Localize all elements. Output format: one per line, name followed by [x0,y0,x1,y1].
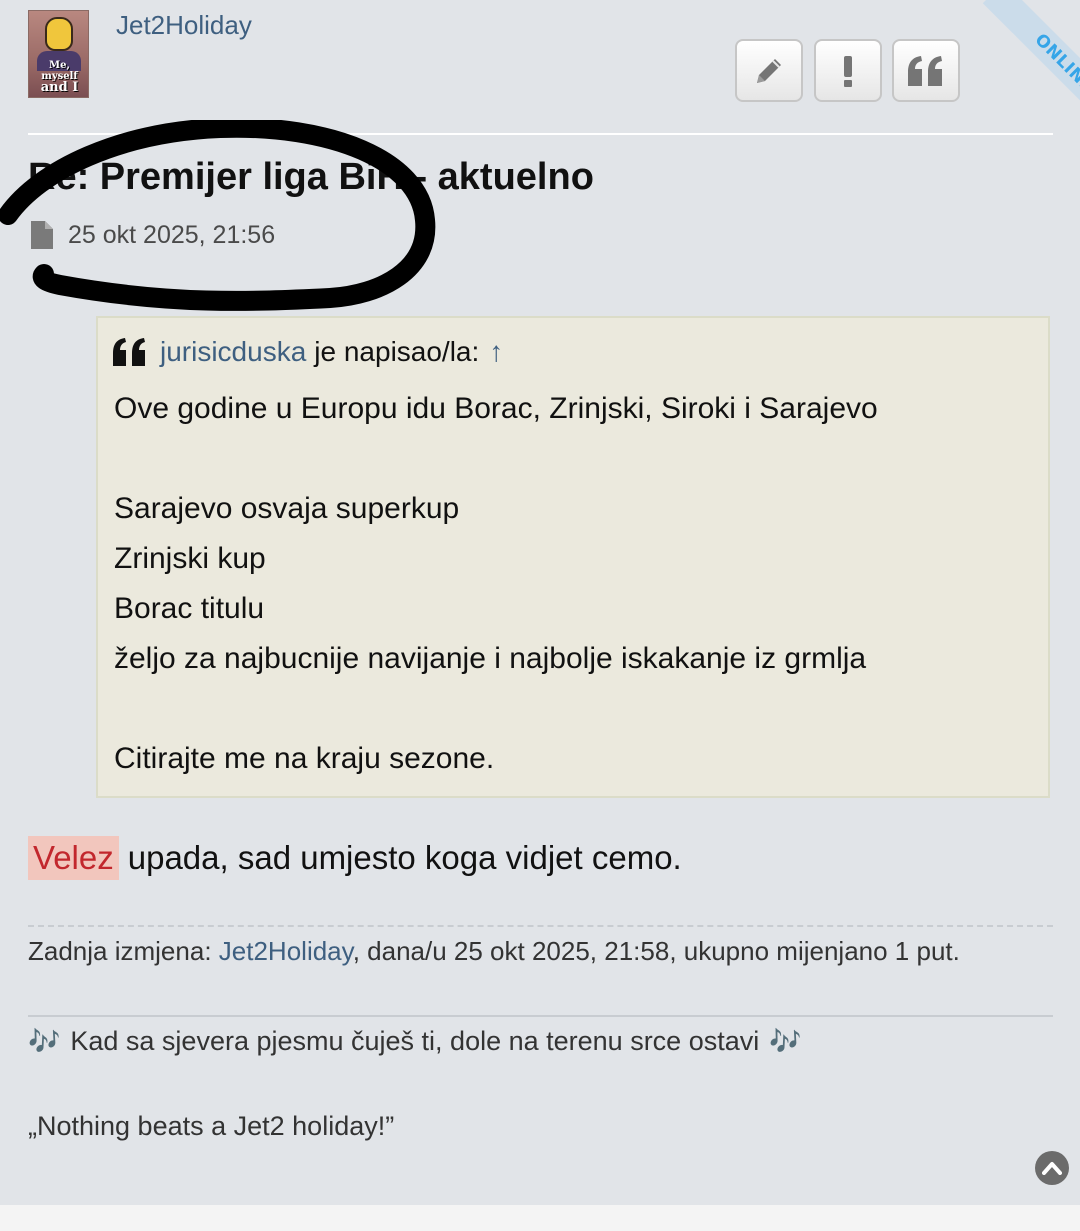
exclamation-icon [844,55,852,87]
post-date: 25 okt 2025, 21:56 [68,220,276,249]
signature-text: Kad sa sjevera pjesmu čuješ ti, dole na … [70,1026,760,1056]
edit-button[interactable] [735,39,803,102]
avatar-head-shape [45,17,73,51]
quote-said-label: je napisao/la: [314,336,480,367]
quote-line: Sarajevo osvaja superkup [114,492,460,525]
highlighted-word: Velez [28,836,119,880]
page-bottom-strip [0,1205,1080,1231]
edit-notice-suffix: , dana/u 25 okt 2025, 21:58, ukupno mije… [352,936,960,966]
quote-line: Zrinjski kup [114,542,266,575]
quote-text: Ove godine u Europu idu Borac, Zrinjski,… [114,384,878,784]
quote-line: Borac titulu [114,592,265,625]
edit-notice-prefix: Zadnja izmjena: [28,936,212,966]
post: Me, myself and I Jet2Holiday ONLINE Re: … [0,0,1080,1205]
quote-line: Citirajte me na kraju sezone. [114,742,495,775]
avatar-caption-line2: and I [40,80,79,95]
music-notes-icon: 🎶 [28,1026,61,1056]
online-badge: ONLINE [966,0,1080,120]
online-badge-text: ONLINE [982,0,1080,120]
edit-notice: Zadnja izmjena: Jet2Holiday, dana/u 25 o… [28,936,960,967]
pencil-icon [757,58,781,83]
reply-rest: upada, sad umjesto koga vidjet cemo. [127,839,682,876]
quote-line: Ove godine u Europu idu Borac, Zrinjski,… [114,392,878,425]
quote-line: željo za najbucnije navijanje i najbolje… [114,642,867,675]
reply-text: Velez upada, sad umjesto koga vidjet cem… [28,836,682,880]
avatar-caption-line1: Me, myself [41,60,78,82]
quote-header: jurisicduska je napisao/la: ↑ [112,336,503,368]
report-button[interactable] [814,39,882,102]
chevron-up-icon [1042,1162,1062,1175]
avatar-caption: Me, myself and I [31,60,88,95]
post-author-link[interactable]: Jet2Holiday [116,10,252,41]
header-divider [28,133,1053,135]
back-to-top-button[interactable] [1035,1151,1069,1185]
quote-block: jurisicduska je napisao/la: ↑ Ove godine… [96,316,1050,798]
quote-line [114,434,878,484]
quote-author-link[interactable]: jurisicduska [160,336,306,368]
post-title[interactable]: Re: Premijer liga BiH - aktuelno [28,156,594,199]
post-date-row: 25 okt 2025, 21:56 [30,220,275,250]
avatar[interactable]: Me, myself and I [28,10,89,98]
quote-mark-icon [113,338,145,366]
quote-button[interactable] [892,39,960,102]
music-notes-icon: 🎶 [769,1026,802,1056]
signature-line1: 🎶 Kad sa sjevera pjesmu čuješ ti, dole n… [28,1026,802,1057]
quote-line [114,684,878,734]
signature-divider [28,1015,1053,1017]
edit-notice-user-link[interactable]: Jet2Holiday [219,936,353,966]
quote-jump-link[interactable]: ↑ [489,336,503,368]
quote-icon [908,55,942,86]
document-icon [31,221,53,249]
edit-divider [28,925,1053,927]
signature-line2: „Nothing beats a Jet2 holiday!” [28,1111,395,1141]
